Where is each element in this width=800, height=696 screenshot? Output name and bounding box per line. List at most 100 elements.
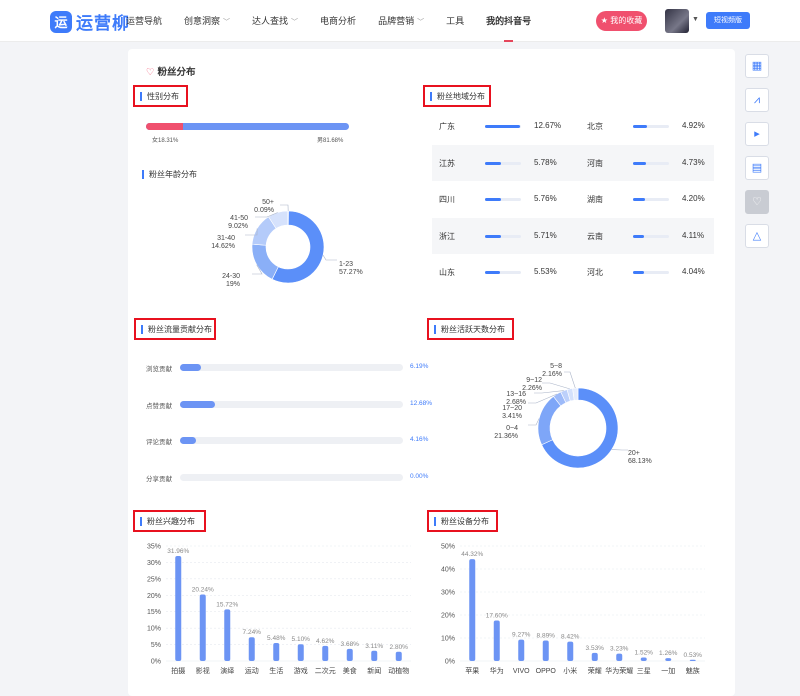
region-row: 四川 5.76% 湖南 4.20%: [432, 181, 714, 217]
slice-value: 0.09%: [254, 207, 274, 214]
contribution-label: 评论贡献: [146, 439, 172, 446]
x-tick-label: 三星: [637, 667, 651, 675]
region-bar-fill: [485, 198, 501, 201]
nav-item[interactable]: 工具: [446, 0, 464, 42]
slice-label: 5~8: [550, 363, 562, 370]
bar: [248, 637, 255, 661]
region-name: 河南: [587, 158, 603, 168]
bar: [689, 659, 696, 661]
document-icon[interactable]: ▤: [745, 156, 769, 180]
bar-value-label: 31.96%: [167, 548, 189, 555]
y-tick-label: 40%: [441, 567, 455, 574]
bar: [665, 658, 672, 661]
bar: [224, 609, 231, 661]
contribution-fill: [180, 364, 201, 371]
chart-icon[interactable]: ⩘: [745, 88, 769, 112]
slice-value: 2.68%: [506, 399, 526, 406]
slice-label: 31-40: [217, 235, 235, 242]
bar: [371, 650, 378, 661]
nav-item[interactable]: 运营导航: [126, 0, 162, 42]
region-bar: [485, 125, 521, 128]
bar: [346, 648, 353, 661]
slice-value: 2.16%: [542, 371, 562, 378]
donut-slice: [537, 395, 562, 446]
y-tick-label: 30%: [441, 590, 455, 597]
chevron-down-icon[interactable]: ▼: [692, 16, 699, 23]
region-value: 5.78%: [534, 157, 557, 167]
heart-icon: ♡: [146, 67, 155, 78]
contribution-label: 点赞贡献: [146, 402, 172, 410]
nav-item-label: 达人查找: [252, 16, 289, 26]
bar-value-label: 9.27%: [512, 632, 531, 639]
nav-item[interactable]: 我的抖音号: [486, 0, 531, 42]
x-tick-label: 拍摄: [171, 666, 185, 675]
x-tick-label: 二次元: [315, 666, 336, 675]
region-row: 广东 12.67% 北京 4.92%: [432, 108, 714, 144]
bar-value-label: 1.26%: [659, 650, 678, 657]
gender-bar: [146, 123, 349, 130]
y-tick-label: 5%: [151, 642, 161, 649]
region-name: 浙江: [439, 231, 455, 241]
bar: [616, 653, 623, 661]
y-tick-label: 30%: [147, 560, 161, 567]
bar-value-label: 2.80%: [390, 644, 409, 651]
y-tick-label: 25%: [147, 576, 161, 583]
bar-value-label: 8.89%: [537, 633, 556, 640]
region-bar: [485, 271, 521, 274]
nav-item[interactable]: 品牌营销 ﹀: [378, 0, 424, 42]
video-version-tag[interactable]: 短视频版: [706, 12, 750, 29]
x-tick-label: VIVO: [513, 668, 530, 675]
chevron-down-icon: ﹀: [417, 19, 425, 26]
logo[interactable]: 运 运营柳: [50, 9, 130, 34]
grid-icon[interactable]: ▦: [745, 54, 769, 78]
bar: [493, 620, 500, 661]
device-title: 粉丝设备分布: [434, 517, 489, 526]
heart-icon[interactable]: ♡: [745, 190, 769, 214]
slice-label: 1-23: [339, 261, 353, 268]
slice-value: 57.27%: [339, 269, 363, 276]
y-tick-label: 20%: [441, 613, 455, 620]
interest-title: 粉丝兴趣分布: [140, 517, 195, 526]
age-donut-chart: 1-2357.27% 24-3019% 31-4014.62% 41-509.02% 5…: [211, 199, 363, 288]
gender-title: 性别分布: [140, 92, 179, 101]
bar-value-label: 3.68%: [341, 641, 360, 648]
device-bar-chart: 0% 10% 20% 30% 40% 50% 44.32% 苹果 17.60% 华为 9.27% VI…: [441, 544, 705, 675]
main-nav: 运营导航 创意洞察 ﹀ 达人查找 ﹀ 电商分析 品牌营销 ﹀ 工具 我的抖音号: [126, 0, 553, 42]
bar-value-label: 3.11%: [365, 643, 383, 650]
region-bar: [633, 198, 669, 201]
region-bar-fill: [485, 125, 521, 128]
x-tick-label: 荣耀: [588, 666, 602, 675]
bar-value-label: 17.60%: [486, 613, 508, 620]
favorites-button[interactable]: ★ 我的收藏: [596, 11, 647, 31]
nav-item-label: 品牌营销: [378, 16, 415, 26]
region-row: 江苏 5.78% 河南 4.73%: [432, 144, 714, 181]
slice-label: 24-30: [222, 273, 240, 280]
label-leader-line: [542, 382, 570, 390]
x-tick-label: 一加: [661, 666, 675, 675]
nav-item[interactable]: 达人查找 ﹀: [252, 0, 298, 42]
x-tick-label: 动植物: [388, 666, 409, 675]
bar-value-label: 4.62%: [316, 638, 335, 645]
region-bar: [633, 234, 669, 238]
x-tick-label: 华为: [490, 666, 504, 675]
x-tick-label: OPPO: [536, 668, 557, 675]
play-icon[interactable]: ▸: [745, 122, 769, 146]
slice-label: 17~20: [502, 405, 522, 412]
age-title: 粉丝年龄分布: [142, 170, 197, 179]
nav-item[interactable]: 电商分析: [320, 0, 356, 42]
bar-value-label: 3.23%: [610, 646, 629, 653]
contribution-track: [180, 400, 403, 408]
region-name: 河北: [587, 268, 603, 277]
region-bar: [633, 161, 669, 165]
y-tick-label: 0%: [445, 659, 455, 666]
bar-value-label: 7.24%: [243, 629, 262, 636]
nav-item[interactable]: 创意洞察 ﹀: [184, 0, 230, 42]
fans-section-title: ♡ 粉丝分布: [146, 67, 196, 78]
slice-value: 68.13%: [628, 458, 652, 465]
logo-icon: 运: [50, 10, 72, 33]
avatar[interactable]: [665, 9, 689, 33]
contribution-value: 12.68%: [410, 399, 433, 407]
up-arrow-icon[interactable]: △: [745, 224, 769, 248]
region-bar: [485, 234, 521, 238]
y-tick-label: 0%: [151, 659, 161, 666]
